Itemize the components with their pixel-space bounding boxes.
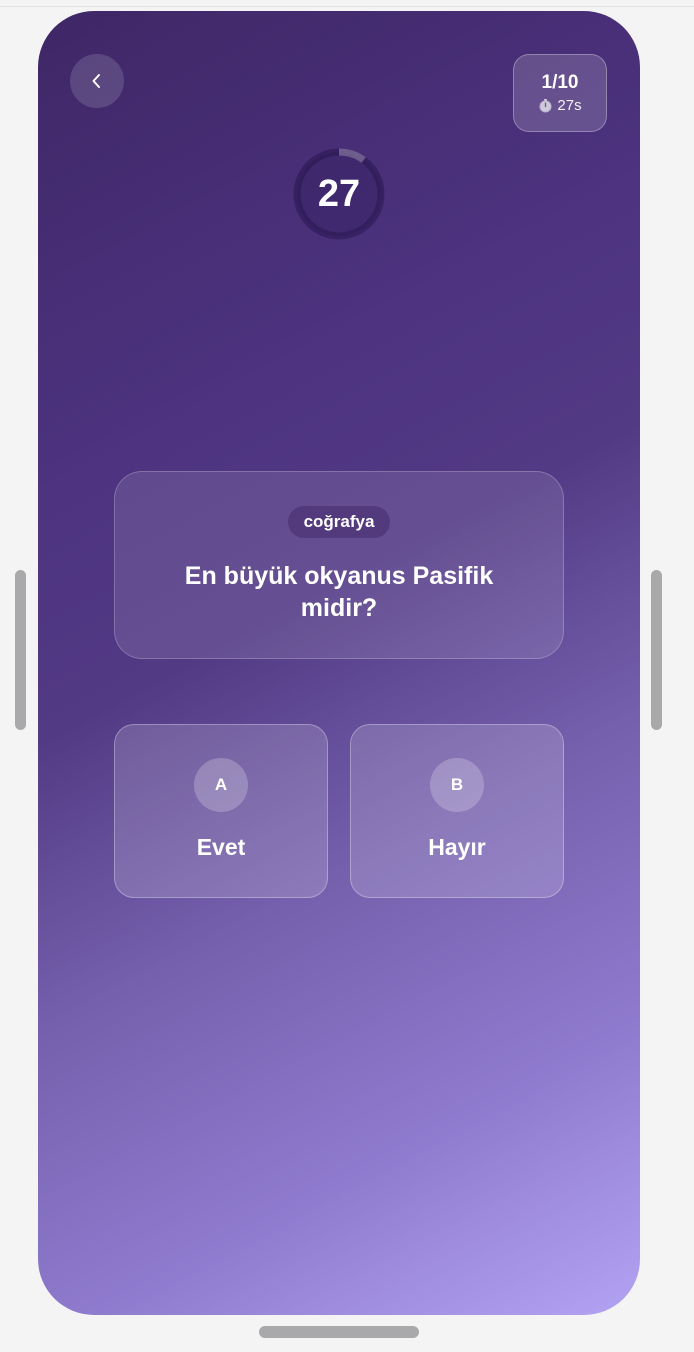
question-text: En büyük okyanus Pasifik midir?: [184, 562, 494, 622]
question-progress-box: 1/10 27s: [513, 54, 607, 132]
right-side-handle[interactable]: [651, 570, 662, 730]
chevron-left-icon: [92, 74, 100, 88]
countdown-number: 27: [317, 172, 361, 215]
stopwatch-icon: [539, 98, 552, 113]
window-top-divider: [0, 6, 694, 7]
answer-letter-b: B: [430, 758, 484, 812]
back-button[interactable]: [70, 54, 124, 108]
answer-option-a[interactable]: A Evet: [114, 724, 328, 898]
time-remaining: 27s: [538, 97, 582, 114]
left-side-handle[interactable]: [15, 570, 26, 730]
home-indicator[interactable]: [259, 1326, 419, 1338]
phone-screen: 1/10 27s 27 coğrafya En büyük okyanus Pa…: [38, 11, 640, 1315]
answer-label-b: Hayır: [428, 834, 486, 860]
answer-option-b[interactable]: B Hayır: [350, 724, 564, 898]
answer-label-a: Evet: [196, 834, 246, 860]
category-badge: coğrafya: [287, 506, 391, 538]
time-remaining-label: 27s: [557, 97, 582, 114]
question-card: coğrafya En büyük okyanus Pasifik midir?: [114, 471, 564, 659]
answer-letter-a: A: [194, 758, 248, 812]
question-counter: 1/10: [541, 72, 579, 93]
